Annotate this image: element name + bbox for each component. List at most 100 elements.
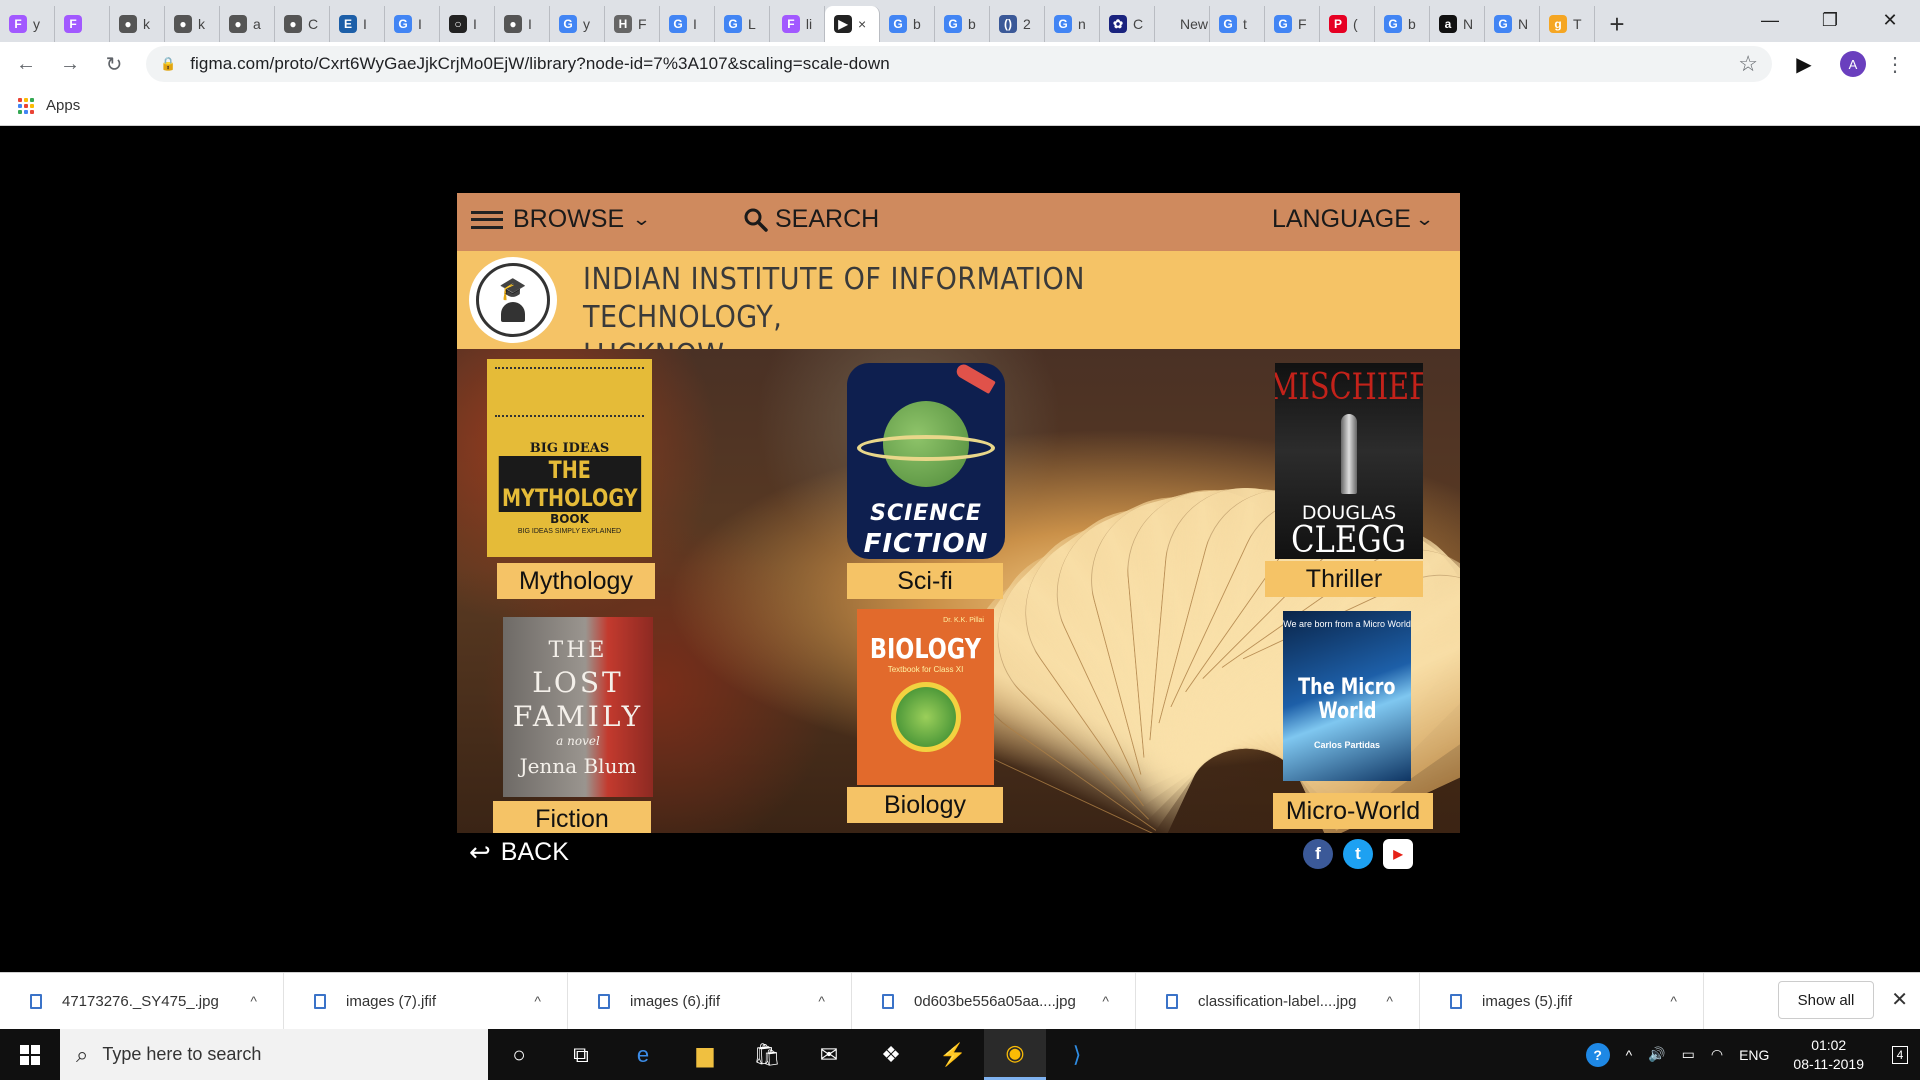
browser-tab[interactable]: Fy <box>0 6 55 42</box>
thriller-book-cover[interactable]: MISCHIEF DOUGLAS CLEGG <box>1275 363 1423 559</box>
browser-tab[interactable]: ○ I <box>440 6 495 42</box>
browser-tab[interactable]: ✿ C <box>1100 6 1155 42</box>
browser-tab[interactable]: Fli <box>770 6 825 42</box>
browser-tab[interactable]: Gb <box>880 6 935 42</box>
fiction-book-cover[interactable]: THE LOST FAMILY a novel Jenna Blum <box>503 617 653 797</box>
store-icon[interactable]: 🛍 <box>736 1029 798 1080</box>
chrome-icon[interactable]: ◉ <box>984 1029 1046 1080</box>
browser-tab[interactable]: Gy <box>550 6 605 42</box>
chevron-up-icon[interactable]: ^ <box>1386 993 1393 1009</box>
browser-tab[interactable]: ● k <box>110 6 165 42</box>
biology-book-cover[interactable]: Dr. K.K. Pillai BIOLOGY Textbook for Cla… <box>857 609 994 785</box>
back-button[interactable]: ↩ BACK <box>469 837 569 868</box>
browser-tab[interactable]: aN <box>1430 6 1485 42</box>
address-bar[interactable]: 🔒 figma.com/proto/Cxrt6WyGaeJjkCrjMo0EjW… <box>146 46 1772 82</box>
close-icon[interactable]: ✕ <box>1891 987 1908 1012</box>
browser-tab[interactable]: ● I <box>495 6 550 42</box>
forward-arrow-icon[interactable]: → <box>52 46 88 82</box>
profile-avatar[interactable]: A <box>1840 51 1866 77</box>
language-menu[interactable]: LANGUAGE ⌄ <box>1272 205 1434 234</box>
help-icon[interactable]: ? <box>1585 1042 1610 1067</box>
search-button[interactable]: SEARCH <box>743 205 879 234</box>
browser-tab[interactable]: GL <box>715 6 770 42</box>
category-biology[interactable]: Biology <box>847 787 1003 823</box>
apps-bookmark[interactable]: Apps <box>46 97 80 114</box>
facebook-icon[interactable]: f <box>1303 839 1333 869</box>
chevron-up-icon[interactable]: ^ <box>1102 993 1109 1009</box>
browser-tab[interactable]: ▶ × <box>825 6 880 42</box>
browser-tab[interactable]: EI <box>330 6 385 42</box>
input-language[interactable]: ENG <box>1739 1047 1769 1063</box>
mythology-book-cover[interactable]: BIG IDEAS THE MYTHOLOGY BOOK BIG IDEAS S… <box>487 359 652 557</box>
category-mythology[interactable]: Mythology <box>497 563 655 599</box>
show-all-button[interactable]: Show all <box>1778 981 1874 1019</box>
browser-tab[interactable]: gT <box>1540 6 1595 42</box>
browser-tab[interactable]: GF <box>1265 6 1320 42</box>
microworld-book-cover[interactable]: We are born from a Micro World The Micro… <box>1283 611 1411 781</box>
tab-favicon-icon: G <box>394 15 412 33</box>
power-automate-icon[interactable]: ⚡ <box>922 1029 984 1080</box>
timeline-icon[interactable]: ⧉ <box>550 1029 612 1080</box>
scifi-book-cover[interactable]: SCIENCE FICTION <box>847 363 1005 559</box>
browser-tab[interactable]: GN <box>1485 6 1540 42</box>
browser-tab[interactable]: GI <box>660 6 715 42</box>
file-icon <box>882 993 894 1009</box>
taskbar-search[interactable]: ⌕ Type here to search <box>60 1029 488 1080</box>
minimize-button[interactable]: — <box>1740 0 1800 40</box>
start-button[interactable] <box>0 1029 60 1080</box>
browser-tab[interactable]: Gb <box>1375 6 1430 42</box>
download-item[interactable]: classification-label....jpg ^ <box>1136 972 1420 1030</box>
category-scifi[interactable]: Sci-fi <box>847 563 1003 599</box>
download-item[interactable]: images (6).jfif ^ <box>568 972 852 1030</box>
reload-icon[interactable]: ↻ <box>96 46 132 82</box>
browser-tab[interactable]: GI <box>385 6 440 42</box>
youtube-icon[interactable]: ▶ <box>1383 839 1413 869</box>
download-item[interactable]: images (5).jfif ^ <box>1420 972 1704 1030</box>
browser-tab[interactable]: Gb <box>935 6 990 42</box>
browser-tab[interactable]: P( <box>1320 6 1375 42</box>
chevron-up-icon[interactable]: ^ <box>818 993 825 1009</box>
url-text[interactable]: figma.com/proto/Cxrt6WyGaeJjkCrjMo0EjW/l… <box>190 54 1738 74</box>
file-explorer-icon[interactable]: ▆ <box>674 1029 736 1080</box>
apps-grid-icon[interactable] <box>18 97 34 114</box>
browser-tab[interactable]: New <box>1155 6 1210 42</box>
download-item[interactable]: 0d603be556a05aa....jpg ^ <box>852 972 1136 1030</box>
browser-menu-icon[interactable]: ⋮ <box>1880 52 1910 77</box>
vscode-icon[interactable]: ⟩ <box>1046 1029 1108 1080</box>
browser-tab[interactable]: () 2 <box>990 6 1045 42</box>
browser-tab[interactable]: ● C <box>275 6 330 42</box>
chevron-up-icon[interactable]: ^ <box>1626 1047 1633 1063</box>
close-window-button[interactable]: ✕ <box>1860 0 1920 40</box>
category-fiction[interactable]: Fiction <box>493 801 651 833</box>
browser-tab[interactable]: F <box>55 6 110 42</box>
download-item[interactable]: images (7).jfif ^ <box>284 972 568 1030</box>
chevron-up-icon[interactable]: ^ <box>534 993 541 1009</box>
twitter-icon[interactable]: t <box>1343 839 1373 869</box>
browser-tab[interactable]: HF <box>605 6 660 42</box>
category-micro-world[interactable]: Micro-World <box>1273 793 1433 829</box>
back-arrow-icon[interactable]: ← <box>8 46 44 82</box>
browse-menu[interactable]: BROWSE ⌄ <box>471 205 651 234</box>
browser-tab[interactable]: ● k <box>165 6 220 42</box>
notifications-icon[interactable]: 4 <box>1880 1045 1920 1064</box>
download-item[interactable]: 47173276._SY475_.jpg ^ <box>0 972 284 1030</box>
chevron-up-icon[interactable]: ^ <box>1670 993 1677 1009</box>
maximize-button[interactable]: ❐ <box>1800 0 1860 40</box>
browser-tab[interactable]: Gn <box>1045 6 1100 42</box>
bookmark-star-icon[interactable]: ☆ <box>1738 51 1758 77</box>
browser-tab[interactable]: ● a <box>220 6 275 42</box>
new-tab-button[interactable]: + <box>1595 6 1639 42</box>
task-view-icon[interactable]: ○ <box>488 1029 550 1080</box>
chevron-up-icon[interactable]: ^ <box>250 993 257 1009</box>
social-links: f t ▶ <box>1303 839 1413 869</box>
mail-icon[interactable]: ✉ <box>798 1029 860 1080</box>
category-thriller[interactable]: Thriller <box>1265 561 1423 597</box>
extension-icon[interactable]: ▶ <box>1786 46 1822 82</box>
battery-icon[interactable]: ▭ <box>1682 1046 1695 1063</box>
clock[interactable]: 01:02 08-11-2019 <box>1793 1036 1864 1074</box>
volume-icon[interactable]: 🔊 <box>1648 1046 1665 1063</box>
edge-icon[interactable]: e <box>612 1029 674 1080</box>
wifi-icon[interactable]: ◠ <box>1711 1046 1723 1063</box>
browser-tab[interactable]: Gt <box>1210 6 1265 42</box>
dropbox-icon[interactable]: ❖ <box>860 1029 922 1080</box>
